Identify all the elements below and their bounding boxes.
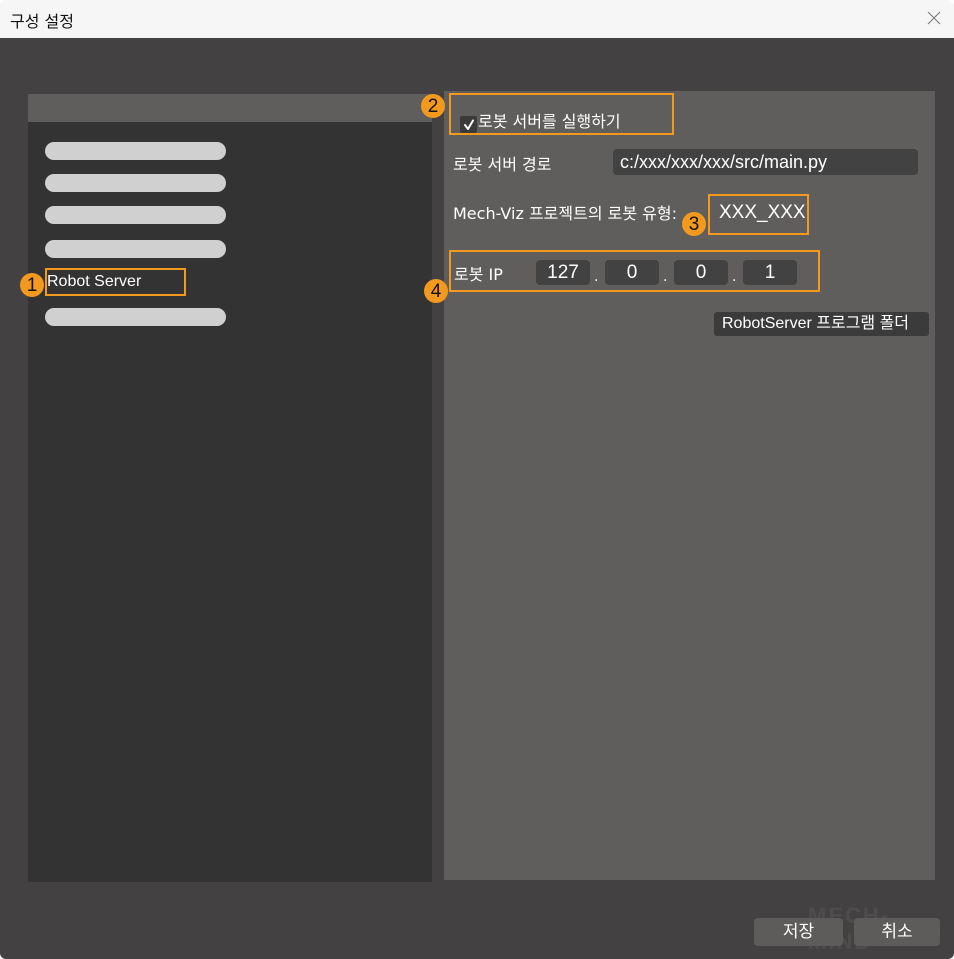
title-bar: 구성 설정 <box>0 0 954 38</box>
ip-separator: . <box>594 269 599 285</box>
ip-octet-3-input[interactable]: 0 <box>674 260 728 285</box>
ip-separator: . <box>732 269 737 285</box>
robot-ip-label: 로봇 IP <box>454 265 503 284</box>
close-button[interactable] <box>922 6 946 30</box>
annotation-badge-4: 4 <box>424 279 448 303</box>
cancel-button[interactable]: 취소 <box>854 918 940 946</box>
nav-item-redacted-5[interactable] <box>45 308 226 326</box>
robot-server-path-label: 로봇 서버 경로 <box>453 155 552 174</box>
nav-item-redacted-1[interactable] <box>45 142 226 160</box>
nav-item-redacted-4[interactable] <box>45 240 226 258</box>
robot-server-settings-panel: 로봇 서버를 실행하기 로봇 서버 경로 c:/xxx/xxx/xxx/src/… <box>444 91 935 880</box>
save-button[interactable]: 저장 <box>754 918 843 946</box>
ip-octet-2-input[interactable]: 0 <box>605 260 659 285</box>
nav-item-redacted-3[interactable] <box>45 206 226 224</box>
run-robot-server-checkbox[interactable] <box>460 116 477 133</box>
run-robot-server-label[interactable]: 로봇 서버를 실행하기 <box>478 108 621 132</box>
checkmark-icon <box>463 119 474 130</box>
robot-type-label: Mech-Viz 프로젝트의 로봇 유형: <box>453 204 677 223</box>
ip-separator: . <box>663 269 668 285</box>
robot-type-value: XXX_XXX <box>719 202 806 223</box>
close-x-icon <box>927 11 941 25</box>
ip-octet-4-input[interactable]: 1 <box>743 260 797 285</box>
window-title: 구성 설정 <box>10 12 74 31</box>
nav-item-robot-server[interactable]: Robot Server <box>45 268 186 296</box>
nav-item-redacted-2[interactable] <box>45 174 226 192</box>
robot-server-path-input[interactable]: c:/xxx/xxx/xxx/src/main.py <box>613 149 918 175</box>
nav-panel-header <box>28 94 432 122</box>
nav-item-robot-server-label: Robot Server <box>47 273 142 290</box>
path-tooltip: RobotServer 프로그램 폴더 <box>714 312 929 336</box>
annotation-badge-1: 1 <box>20 273 44 297</box>
settings-nav-panel: Robot Server <box>28 94 432 882</box>
ip-octet-1-input[interactable]: 127 <box>536 260 590 285</box>
annotation-badge-3: 3 <box>682 212 706 236</box>
annotation-badge-2: 2 <box>421 94 445 118</box>
